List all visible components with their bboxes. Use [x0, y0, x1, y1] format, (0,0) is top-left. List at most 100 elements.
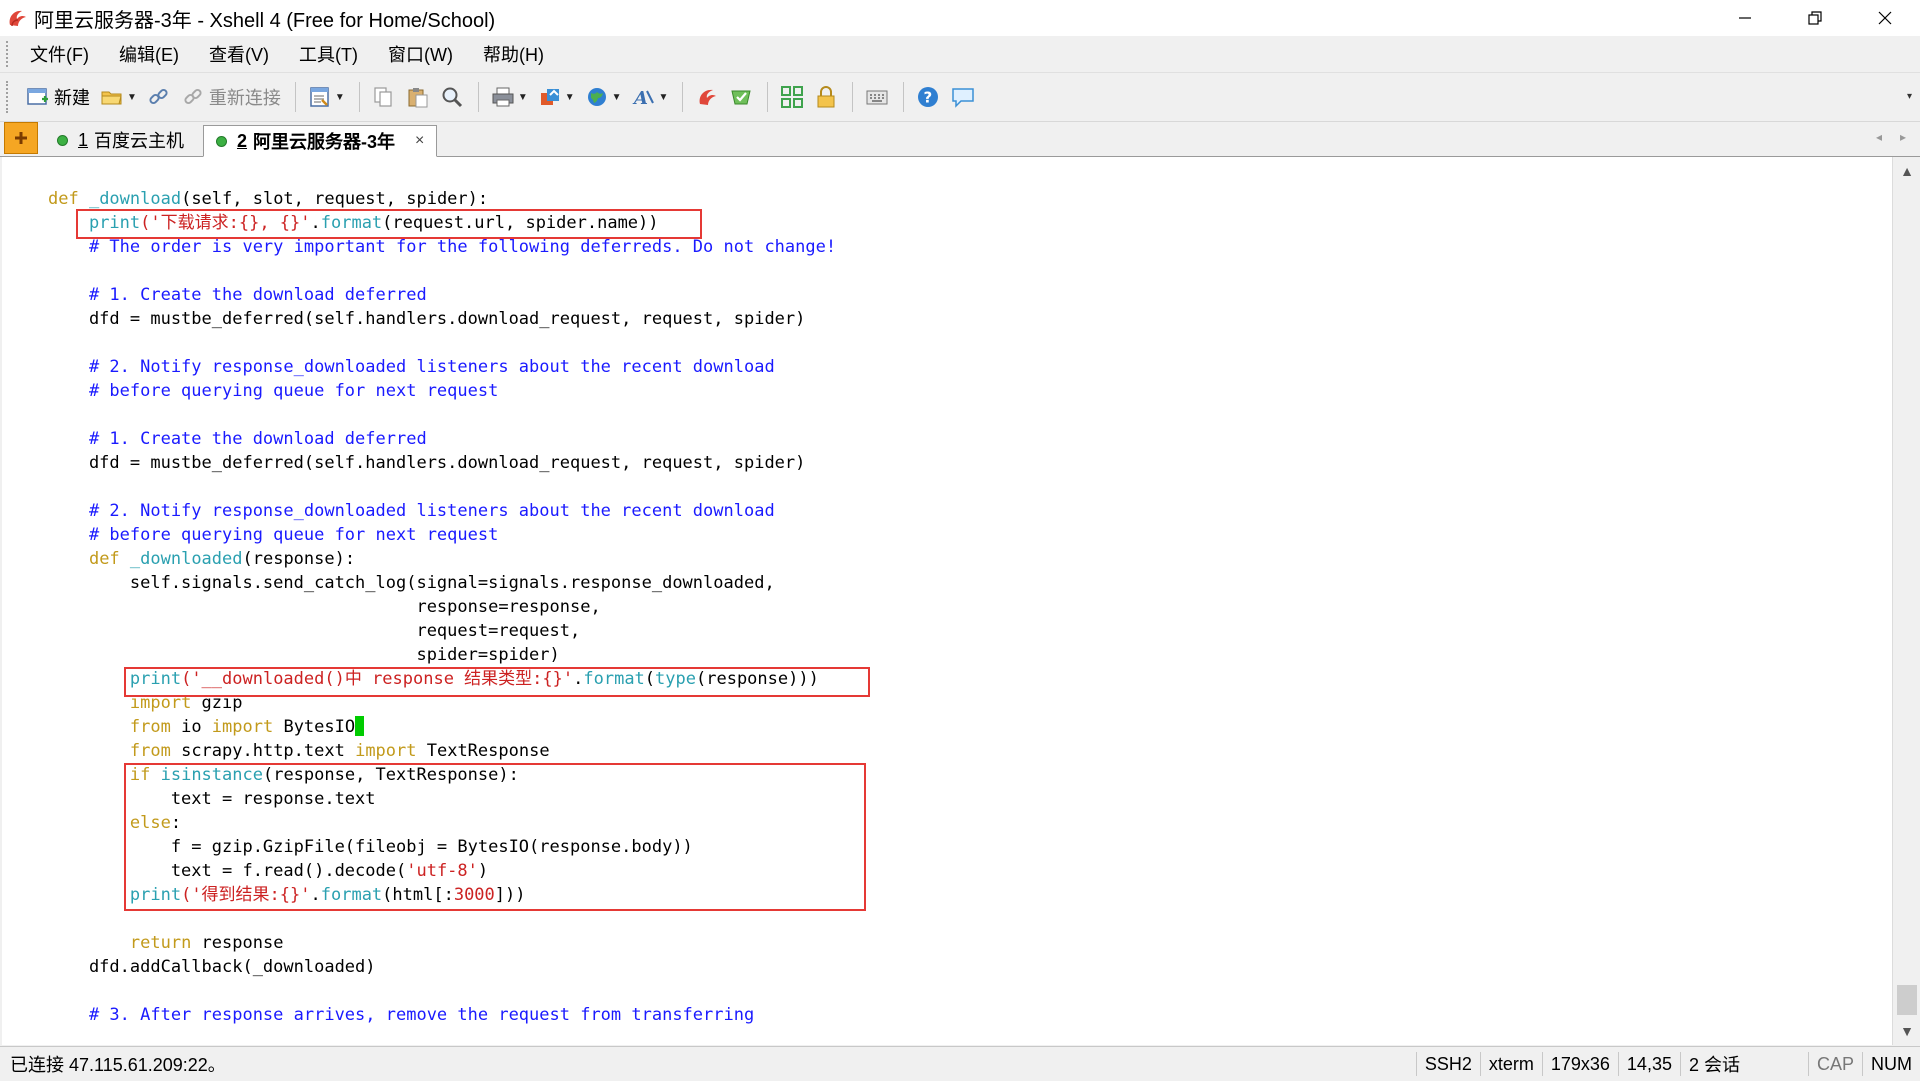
toolbar-separator — [767, 82, 769, 112]
help-button[interactable]: ? — [912, 80, 944, 114]
xftp-icon — [700, 89, 717, 105]
menu-edit[interactable]: 编辑(E) — [115, 39, 183, 69]
open-button[interactable]: ▼ — [96, 80, 141, 114]
properties-icon — [310, 87, 329, 107]
toolbar-grip[interactable] — [6, 81, 12, 113]
layout-icon — [781, 86, 804, 108]
toolbar: 新建 ▼ 重新连接 ▼ ▼ ▼ ▼ A ▼ ? ▾ — [0, 73, 1920, 122]
xmanager-icon — [731, 90, 752, 105]
tab-number: 1 — [78, 129, 89, 150]
tab-scroll-left-icon[interactable]: ◂ — [1876, 130, 1882, 144]
xftp-button[interactable] — [691, 80, 723, 114]
find-icon — [442, 87, 462, 108]
print-button[interactable]: ▼ — [487, 80, 532, 114]
connected-status-icon — [216, 135, 228, 147]
status-num-lock: NUM — [1862, 1052, 1920, 1076]
terminal-line: request=request, — [48, 621, 580, 641]
restore-icon — [1808, 11, 1822, 25]
connect-button[interactable] — [143, 80, 175, 114]
minimize-button[interactable] — [1710, 0, 1780, 36]
terminal-scrollbar[interactable]: ▲ ▼ — [1892, 157, 1920, 1045]
highlight-box — [124, 667, 870, 697]
add-tab-button[interactable] — [4, 122, 38, 154]
link-icon — [149, 88, 168, 105]
terminal-line: from scrapy.http.text import TextRespons… — [48, 741, 550, 761]
code-token: _download — [88, 189, 182, 209]
code-token: def — [88, 549, 130, 569]
code-token: (response): — [242, 549, 356, 569]
terminal-line: spider=spider) — [48, 645, 559, 665]
chat-icon — [952, 88, 975, 108]
menu-window[interactable]: 窗口(W) — [384, 39, 457, 69]
xmanager-button[interactable] — [725, 80, 757, 114]
globe-dropdown-icon[interactable]: ▼ — [612, 92, 622, 103]
terminal-line: dfd.addCallback(_downloaded) — [48, 957, 376, 977]
find-button[interactable] — [436, 80, 468, 114]
code-token: dfd = mustbe_deferred(self.handlers.down… — [48, 453, 806, 473]
properties-dropdown-icon[interactable]: ▼ — [335, 92, 345, 103]
print-icon — [492, 87, 514, 107]
menu-help[interactable]: 帮助(H) — [479, 39, 548, 69]
paste-button[interactable] — [402, 80, 434, 114]
connected-status-icon — [57, 134, 68, 146]
close-button[interactable] — [1850, 0, 1920, 36]
font-dropdown-icon[interactable]: ▼ — [659, 92, 669, 103]
code-token: # 1. Create the download deferred — [48, 285, 427, 305]
font-button[interactable]: A ▼ — [628, 80, 673, 114]
terminal-area[interactable]: def _download(self, slot, request, spide… — [2, 157, 1892, 1045]
transfer-dropdown-icon[interactable]: ▼ — [565, 92, 575, 103]
tab-aliyun-server[interactable]: 2 阿里云服务器-3年 × — [203, 125, 438, 157]
xshell-logo-icon — [9, 10, 27, 27]
toolbar-overflow-icon[interactable]: ▾ — [1907, 91, 1912, 102]
tab-baidu-host[interactable]: 1 百度云主机 — [44, 124, 197, 156]
menu-view[interactable]: 查看(V) — [205, 39, 273, 69]
transfer-button[interactable]: ▼ — [534, 80, 579, 114]
copy-button[interactable] — [368, 80, 400, 114]
reconnect-icon — [184, 88, 202, 105]
open-dropdown-icon[interactable]: ▼ — [127, 92, 137, 103]
code-token: # 1. Create the download deferred — [48, 429, 427, 449]
scroll-thumb[interactable] — [1897, 985, 1917, 1015]
code-token: response=response, — [48, 597, 601, 617]
code-token: dfd = mustbe_deferred(self.handlers.down… — [48, 309, 806, 329]
terminal-line: dfd = mustbe_deferred(self.handlers.down… — [48, 453, 805, 473]
scroll-up-icon[interactable]: ▲ — [1893, 163, 1920, 179]
code-token: self.signals.send_catch_log(signal=signa… — [48, 573, 775, 593]
terminal-line: return response — [48, 933, 284, 953]
menu-tools[interactable]: 工具(T) — [295, 39, 362, 69]
scroll-down-icon[interactable]: ▼ — [1893, 1023, 1920, 1039]
tab-label: 阿里云服务器-3年 — [253, 132, 396, 152]
terminal-line: # before querying queue for next request — [48, 381, 498, 401]
highlight-box — [76, 209, 702, 239]
terminal-line: # 1. Create the download deferred — [48, 429, 427, 449]
reconnect-button[interactable]: 重新连接 — [177, 80, 285, 114]
status-caps-lock: CAP — [1807, 1052, 1862, 1076]
tab-label: 百度云主机 — [94, 131, 185, 151]
keyboard-button[interactable] — [861, 80, 893, 114]
code-token: def — [48, 189, 89, 209]
properties-button[interactable]: ▼ — [304, 80, 349, 114]
print-dropdown-icon[interactable]: ▼ — [518, 92, 528, 103]
status-bar: 已连接 47.115.61.209:22。 SSH2 xterm 179x36 … — [0, 1046, 1920, 1081]
menu-grip[interactable] — [6, 41, 12, 67]
copy-icon — [374, 87, 392, 107]
tab-close-icon[interactable]: × — [415, 132, 424, 150]
restore-button[interactable] — [1780, 0, 1850, 36]
connection-status: 已连接 47.115.61.209:22。 — [10, 1055, 226, 1075]
new-session-button[interactable]: 新建 — [22, 80, 94, 114]
lock-button[interactable] — [810, 80, 842, 114]
globe-button[interactable]: ▼ — [581, 80, 626, 114]
layout-button[interactable] — [776, 80, 808, 114]
code-token: return — [129, 933, 192, 953]
tab-scroll-right-icon[interactable]: ▸ — [1900, 130, 1906, 144]
menu-file[interactable]: 文件(F) — [26, 39, 93, 69]
code-token: scrapy.http.text — [170, 741, 356, 761]
chat-button[interactable] — [946, 80, 980, 114]
code-token: (self, slot, request, spider): — [181, 189, 489, 209]
